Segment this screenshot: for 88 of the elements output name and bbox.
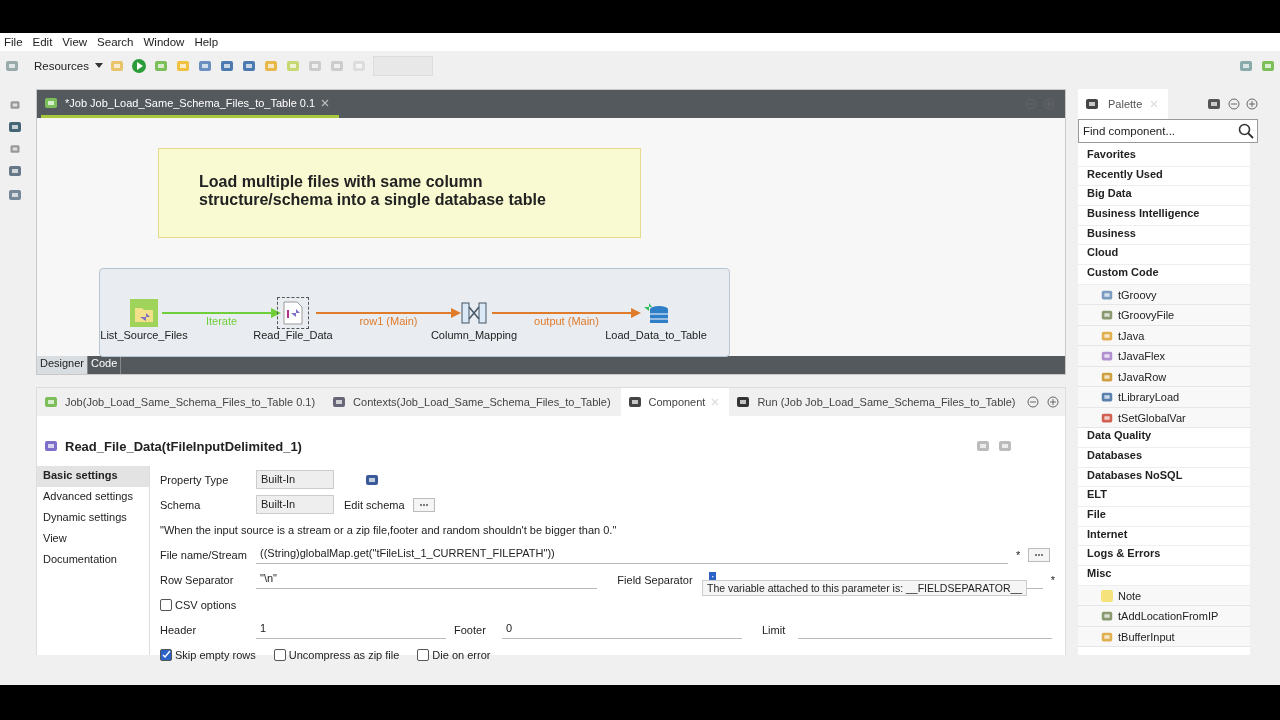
node-label: Load_Data_to_Table [605,329,707,341]
schema-field[interactable]: Built-In [256,495,334,514]
menu-item[interactable]: Edit [30,36,61,48]
palette-group[interactable]: Databases [1078,448,1250,468]
link-label: Iterate [205,315,238,327]
palette-group[interactable]: Data Quality [1078,428,1250,448]
required-mark: * [1016,548,1021,561]
palette-group[interactable]: Favorites [1078,147,1250,167]
palette-item[interactable]: tLibraryLoad [1078,387,1250,408]
palette-group[interactable]: Recently Used [1078,166,1250,187]
dots-icon [1034,552,1045,557]
more-button[interactable] [412,497,435,512]
palette-group[interactable]: Databases NoSQL [1078,467,1250,488]
palette-group[interactable]: Big Data [1078,186,1250,207]
menu-item[interactable]: File [2,36,31,48]
perspective-dropdown[interactable]: Resources [34,60,89,72]
view-tab[interactable]: Code [88,356,122,374]
search-field[interactable]: Find component... [1078,119,1258,143]
link-label: row1 (Main) [359,315,418,327]
note-icon [1100,588,1114,603]
panel-tab[interactable]: Component [620,388,730,416]
field-label: Property Type [160,473,230,486]
notice-text: "When the input source is a stream or a zip file,footer and random shouldn't be bigger than 0." [160,523,617,536]
more-button[interactable] [1028,547,1051,562]
required-mark: * [1050,573,1055,586]
palette-group[interactable]: Internet [1078,526,1250,547]
file-name-field[interactable]: ((String)globalMap.get("tFileList_1_CURRENT_FILEPATH")) [256,545,1008,564]
component-title: Read_File_Data(tFileInputDelimited_1) [65,438,302,454]
palette-tab[interactable]: Palette [1078,89,1169,119]
menu-item[interactable]: Window [141,36,193,48]
palette-item[interactable]: tAddLocationFromIP [1078,606,1250,627]
palette-group[interactable]: Logs & Errors [1078,546,1250,567]
palette-item[interactable]: tSetGlobalVar [1078,407,1250,429]
panel-tab[interactable]: Contexts(Job_Load_Same_Schema_Files_to_Table) [325,388,621,416]
caret-icon[interactable] [94,63,103,69]
menu-item[interactable]: Help [192,36,227,48]
option-checkbox[interactable]: Die on error [417,648,491,661]
check-icon [161,650,171,659]
view-tab[interactable]: Designer [37,356,89,374]
minimize-icon[interactable] [1027,396,1039,408]
field-label: Footer [454,623,487,636]
field-label: Header [160,623,198,636]
row-separator-field[interactable]: "\n" [256,570,598,589]
palette-group[interactable]: Custom Code [1078,265,1250,285]
close-icon[interactable] [321,98,330,107]
menu-item[interactable]: View [60,36,96,48]
palette-item[interactable]: tJava [1078,325,1250,347]
link-label: output (Main) [534,315,599,327]
node-label: List_Source_Files [100,329,188,341]
footer-field[interactable]: 0 [502,620,742,639]
palette-item[interactable]: tGroovyFile [1078,305,1250,326]
palette-group[interactable]: Business [1078,225,1250,246]
component-node[interactable] [278,298,308,328]
component-node[interactable] [129,298,159,328]
palette-item[interactable]: tBufferInput [1078,626,1250,648]
field-label: File name/Stream [160,548,248,561]
field-label: Row Separator [160,573,235,586]
palette-item[interactable]: tJavaFlex [1078,346,1250,367]
option-checkbox[interactable]: Uncompress as zip file [273,648,400,661]
maximize-icon[interactable] [1047,396,1059,408]
field-label: Schema [160,498,202,511]
field-label: Limit [762,623,787,636]
dots-icon [418,502,429,507]
menu-item[interactable]: Search [95,36,142,48]
note[interactable]: Load multiple files with same column structure/schema into a single database table [158,148,641,238]
node-label: Read_File_Data [253,329,333,341]
palette-group[interactable]: Cloud [1078,245,1250,266]
palette-item[interactable]: tGroovy [1078,284,1250,306]
palette-group[interactable]: Business Intelligence [1078,206,1250,226]
link-arrow[interactable] [316,307,461,319]
minimize-icon[interactable] [1228,98,1240,110]
header-field[interactable]: 1 [256,620,446,639]
link-arrow[interactable] [492,307,641,319]
panel-tab[interactable]: Job(Job_Load_Same_Schema_Files_to_Table 0.1) [37,388,326,416]
edit-schema-label: Edit schema [344,498,405,511]
palette-group[interactable]: ELT [1078,487,1250,508]
palette-item[interactable]: Note [1078,585,1250,607]
settings-section[interactable]: Basic settings [37,466,149,487]
palette-group[interactable]: File [1078,507,1250,527]
option-checkbox[interactable]: Skip empty rows [160,648,256,661]
property-type-field[interactable]: Built-In [256,470,334,489]
csv-options-checkbox[interactable]: CSV options [160,598,237,611]
panel-tab[interactable]: Run (Job Job_Load_Same_Schema_Files_to_Table) [729,388,1026,416]
field-label: Field Separator [617,573,694,586]
node-label: Column_Mapping [430,329,518,341]
maximize-icon[interactable] [1246,98,1258,110]
palette-item[interactable]: tJavaRow [1078,366,1250,388]
palette-group[interactable]: Misc [1078,566,1250,586]
